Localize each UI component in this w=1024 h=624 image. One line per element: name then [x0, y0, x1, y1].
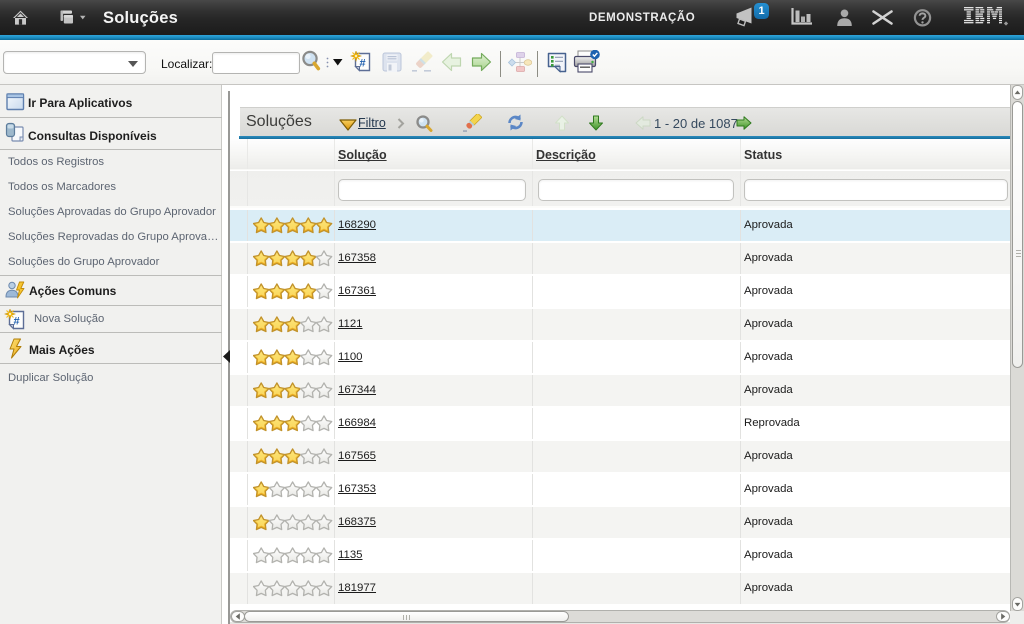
- svg-text:#: #: [14, 316, 20, 328]
- svg-text:#: #: [360, 58, 366, 70]
